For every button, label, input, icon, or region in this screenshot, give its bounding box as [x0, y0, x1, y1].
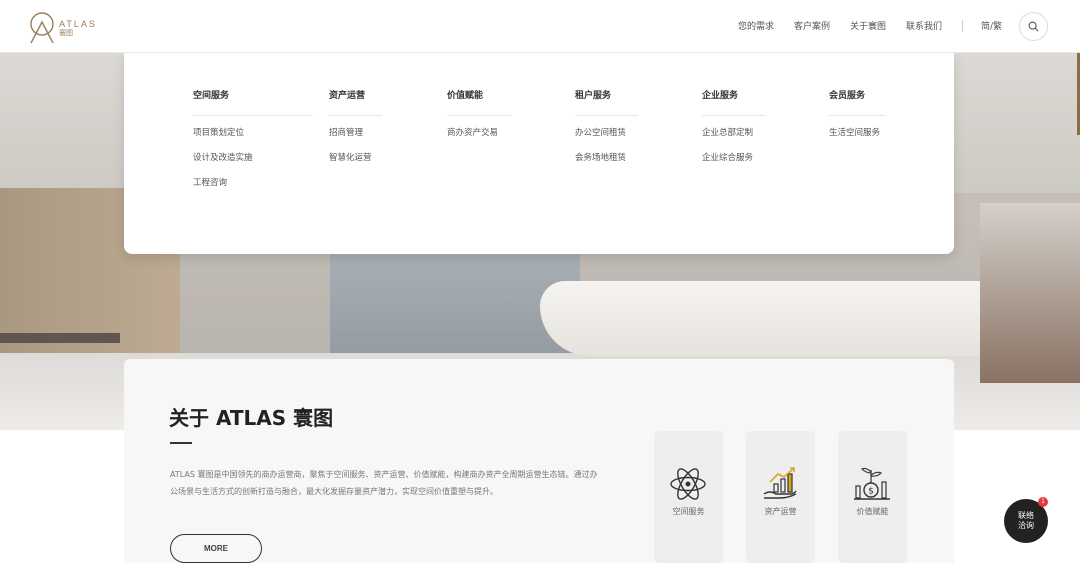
contact-chat-button[interactable]: 联络 洽询 1 [1004, 497, 1048, 543]
logo-text-en: ATLAS [59, 18, 97, 29]
growth-chart-icon [763, 467, 797, 499]
value-plant-icon: $ [854, 467, 890, 500]
nav-divider [962, 20, 963, 32]
nav-contact[interactable]: 联系我们 [906, 19, 942, 32]
atom-icon [670, 468, 706, 500]
menu-col-member: 会员服务 生活空间服务 [829, 88, 885, 141]
menu-heading[interactable]: 空间服务 [193, 88, 313, 116]
search-button[interactable] [1019, 12, 1048, 41]
card-value-empower[interactable]: $ 价值赋能 [838, 431, 907, 563]
card-space-service[interactable]: 空间服务 [654, 431, 723, 563]
menu-col-value: 价值赋能 商办资产交易 [447, 88, 512, 141]
about-section: 关于 ATLAS 寰图 ATLAS 寰图是中国领先的商办运营商，聚焦于空间服务、… [124, 359, 954, 563]
menu-heading[interactable]: 企业服务 [702, 88, 765, 116]
card-asset-operation[interactable]: 资产运营 [746, 431, 815, 563]
card-label: 价值赋能 [856, 507, 889, 516]
menu-link[interactable]: 工程咨询 [193, 176, 313, 191]
menu-link[interactable]: 商办资产交易 [447, 126, 512, 141]
menu-link[interactable]: 办公空间租赁 [575, 126, 638, 141]
chat-label-line1: 联络 [1018, 511, 1034, 520]
logo-text-cn: 寰图 [59, 28, 73, 37]
menu-heading[interactable]: 会员服务 [829, 88, 885, 116]
menu-heading[interactable]: 资产运营 [329, 88, 382, 116]
nav-client-cases[interactable]: 客户案例 [794, 19, 830, 32]
card-label: 资产运营 [764, 507, 797, 516]
mega-menu-dropdown: 空间服务 项目策划定位 设计及改造实施 工程咨询 资产运营 招商管理 智慧化运营… [124, 53, 954, 254]
menu-col-tenant: 租户服务 办公空间租赁 会务场地租赁 [575, 88, 638, 166]
site-header: ATLAS 寰图 您的需求 客户案例 关于寰图 联系我们 简/繁 [0, 0, 1080, 53]
language-switch[interactable]: 简/繁 [981, 19, 1002, 32]
service-cards: 空间服务 资产运营 $ 价值赋能 [654, 431, 930, 563]
nav-your-needs[interactable]: 您的需求 [738, 19, 774, 32]
title-underline [170, 442, 192, 444]
menu-link[interactable]: 招商管理 [329, 126, 382, 141]
menu-link[interactable]: 会务场地租赁 [575, 151, 638, 166]
chat-label-line2: 洽询 [1018, 521, 1034, 530]
menu-col-asset: 资产运营 招商管理 智慧化运营 [329, 88, 382, 166]
more-button[interactable]: MORE [170, 534, 262, 563]
menu-link[interactable]: 项目策划定位 [193, 126, 313, 141]
logo-mark-icon [30, 12, 54, 44]
menu-link[interactable]: 企业综合服务 [702, 151, 765, 166]
menu-link[interactable]: 智慧化运营 [329, 151, 382, 166]
atlas-logo[interactable]: ATLAS 寰图 [28, 11, 98, 45]
menu-link[interactable]: 企业总部定制 [702, 126, 765, 141]
about-title: 关于 ATLAS 寰图 [169, 406, 334, 430]
search-icon [1028, 21, 1039, 32]
menu-col-space: 空间服务 项目策划定位 设计及改造实施 工程咨询 [193, 88, 313, 191]
menu-heading[interactable]: 价值赋能 [447, 88, 512, 116]
menu-link[interactable]: 生活空间服务 [829, 126, 885, 141]
notification-badge: 1 [1038, 497, 1048, 507]
svg-text:$: $ [868, 487, 874, 497]
card-label: 空间服务 [672, 507, 705, 516]
main-nav: 您的需求 客户案例 关于寰图 联系我们 [718, 19, 942, 32]
menu-link[interactable]: 设计及改造实施 [193, 151, 313, 166]
nav-about[interactable]: 关于寰图 [850, 19, 886, 32]
menu-heading[interactable]: 租户服务 [575, 88, 638, 116]
about-description: ATLAS 寰图是中国领先的商办运营商，聚焦于空间服务、资产运营、价值赋能，构建… [170, 470, 598, 496]
menu-col-enterprise: 企业服务 企业总部定制 企业综合服务 [702, 88, 765, 166]
